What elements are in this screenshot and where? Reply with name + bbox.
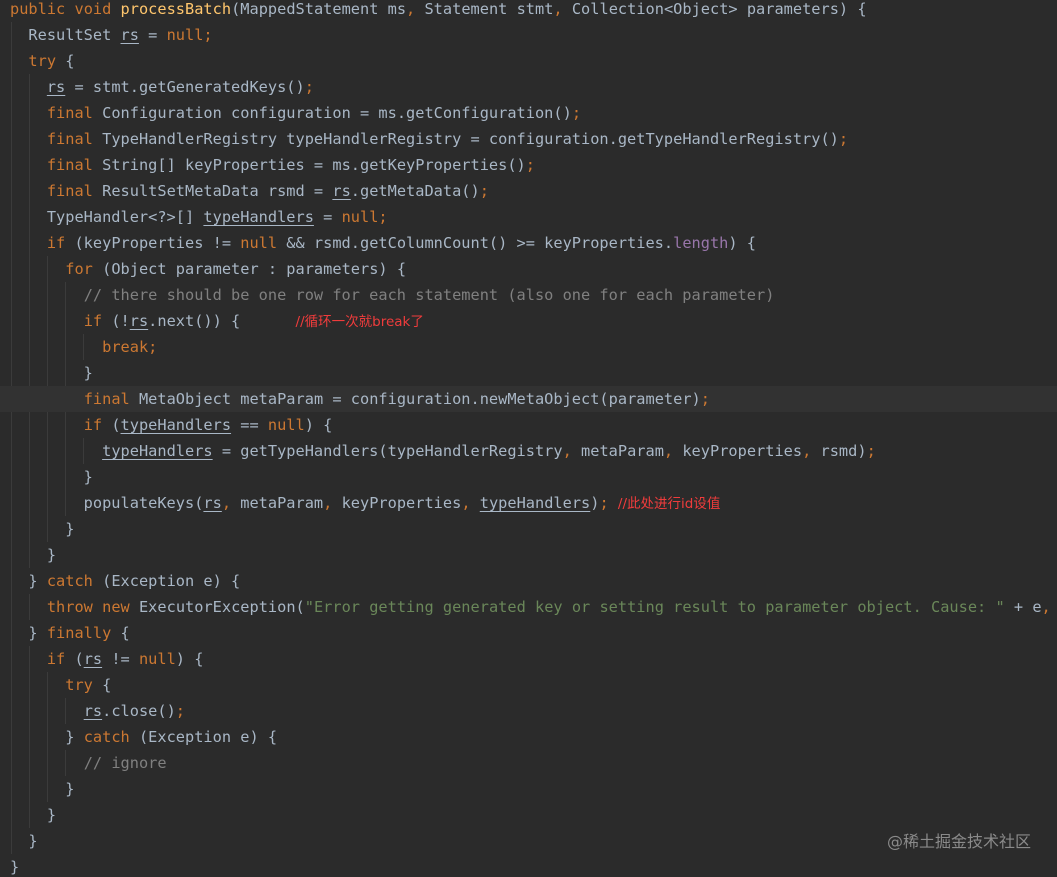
code-line-text: final Configuration configuration = ms.g…: [46, 104, 582, 122]
code-line-text: break;: [102, 338, 158, 356]
code-line[interactable]: rs = stmt.getGeneratedKeys();: [0, 74, 1057, 100]
code-line[interactable]: }: [0, 776, 1057, 802]
watermark: @稀土掘金技术社区: [886, 832, 1031, 851]
code-line-text: }: [10, 520, 75, 538]
code-line-text: final MetaObject metaParam = configurati…: [83, 390, 710, 408]
code-line[interactable]: populateKeys(rs, metaParam, keyPropertie…: [0, 490, 1057, 516]
code-line-text: }: [10, 806, 57, 824]
code-line[interactable]: } finally {: [0, 620, 1057, 646]
code-line[interactable]: try {: [0, 672, 1057, 698]
code-line[interactable]: for (Object parameter : parameters) {: [0, 256, 1057, 282]
code-line[interactable]: }: [0, 854, 1057, 877]
code-line[interactable]: try {: [0, 48, 1057, 74]
code-line-text: final ResultSetMetaData rsmd = rs.getMet…: [46, 182, 489, 200]
code-line-text: rs.close();: [83, 702, 186, 720]
code-line-text: }: [10, 546, 57, 564]
code-line-text: if (keyProperties != null && rsmd.getCol…: [46, 234, 757, 252]
code-line[interactable]: // there should be one row for each stat…: [0, 282, 1057, 308]
code-line-text: if (typeHandlers == null) {: [83, 416, 333, 434]
code-line[interactable]: if (!rs.next()) { //循环一次就break了: [0, 308, 1057, 334]
code-line-text: TypeHandler<?>[] typeHandlers = null;: [10, 208, 388, 226]
code-line[interactable]: throw new ExecutorException("Error getti…: [0, 594, 1057, 620]
code-line[interactable]: final String[] keyProperties = ms.getKey…: [0, 152, 1057, 178]
code-line[interactable]: final ResultSetMetaData rsmd = rs.getMet…: [0, 178, 1057, 204]
code-line[interactable]: if (keyProperties != null && rsmd.getCol…: [0, 230, 1057, 256]
code-line[interactable]: } catch (Exception e) {: [0, 568, 1057, 594]
code-line-text: if (!rs.next()) { //循环一次就break了: [83, 312, 424, 330]
annotation-note: //此处进行id设值: [617, 496, 721, 512]
code-line-text: } catch (Exception e) {: [10, 572, 241, 590]
code-line-text: try {: [65, 676, 112, 694]
code-line-text: populateKeys(rs, metaParam, keyPropertie…: [10, 494, 721, 512]
code-line-text: }: [10, 780, 75, 798]
code-line-text: ResultSet rs = null;: [10, 26, 213, 44]
code-line-text: public void processBatch(MappedStatement…: [10, 0, 867, 18]
code-line-text: if (rs != null) {: [46, 650, 204, 668]
code-line-text: }: [10, 858, 20, 876]
code-line[interactable]: final Configuration configuration = ms.g…: [0, 100, 1057, 126]
code-line[interactable]: break;: [0, 334, 1057, 360]
code-line-text: // there should be one row for each stat…: [83, 286, 775, 304]
code-line-text: // ignore: [83, 754, 167, 772]
code-line-text: }: [10, 832, 38, 850]
code-line-text: }: [10, 364, 93, 382]
code-line[interactable]: } catch (Exception e) {: [0, 724, 1057, 750]
code-line-text: final String[] keyProperties = ms.getKey…: [46, 156, 535, 174]
code-line[interactable]: rs.close();: [0, 698, 1057, 724]
code-line[interactable]: final TypeHandlerRegistry typeHandlerReg…: [0, 126, 1057, 152]
code-line[interactable]: }: [0, 360, 1057, 386]
code-line-text: for (Object parameter : parameters) {: [65, 260, 407, 278]
annotation-note: //循环一次就break了: [295, 314, 424, 330]
code-line[interactable]: if (rs != null) {: [0, 646, 1057, 672]
code-line[interactable]: typeHandlers = getTypeHandlers(typeHandl…: [0, 438, 1057, 464]
code-line-text: } finally {: [10, 624, 130, 642]
code-line-text: typeHandlers = getTypeHandlers(typeHandl…: [102, 442, 876, 460]
code-line[interactable]: }: [0, 542, 1057, 568]
code-line-text: try {: [28, 52, 75, 70]
code-line[interactable]: if (typeHandlers == null) {: [0, 412, 1057, 438]
code-line[interactable]: final MetaObject metaParam = configurati…: [0, 386, 1057, 412]
code-line-text: }: [10, 468, 93, 486]
code-line[interactable]: }: [0, 802, 1057, 828]
code-line-text: } catch (Exception e) {: [10, 728, 278, 746]
code-line[interactable]: }: [0, 516, 1057, 542]
code-line[interactable]: ResultSet rs = null;: [0, 22, 1057, 48]
code-line[interactable]: // ignore: [0, 750, 1057, 776]
code-line[interactable]: TypeHandler<?>[] typeHandlers = null;: [0, 204, 1057, 230]
code-line-text: final TypeHandlerRegistry typeHandlerReg…: [46, 130, 849, 148]
code-line[interactable]: }: [0, 464, 1057, 490]
code-line-text: throw new ExecutorException("Error getti…: [46, 598, 1051, 616]
code-line[interactable]: public void processBatch(MappedStatement…: [0, 0, 1057, 22]
code-editor[interactable]: public void processBatch(MappedStatement…: [0, 0, 1057, 877]
code-line-text: rs = stmt.getGeneratedKeys();: [46, 78, 314, 96]
